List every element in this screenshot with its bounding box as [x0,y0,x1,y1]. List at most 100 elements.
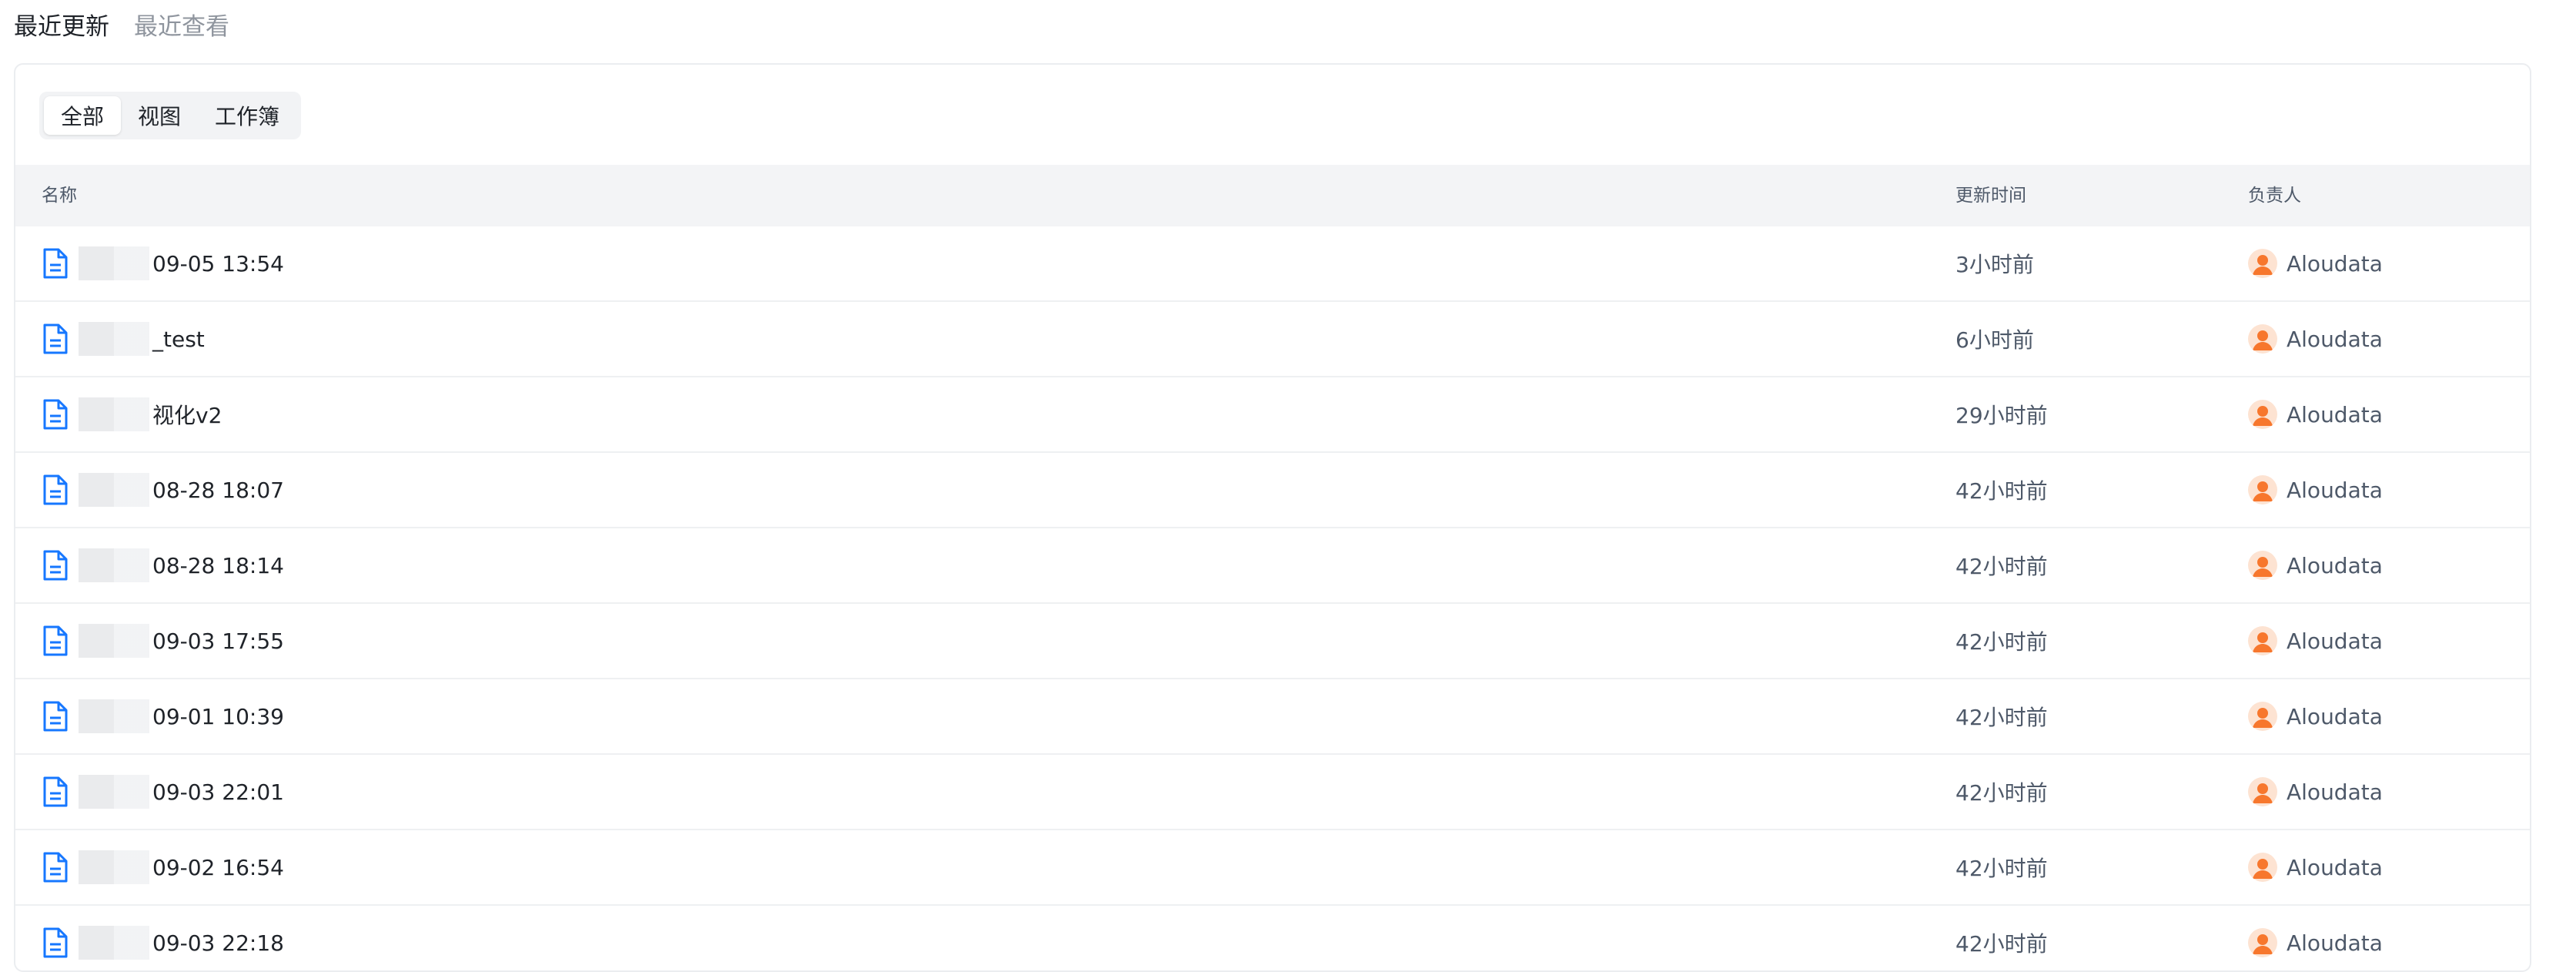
user-avatar-icon [2248,400,2277,429]
item-name[interactable]: 08-28 18:07 [152,478,284,503]
update-time: 42小时前 [1955,856,2048,881]
name-cell: 08-28 18:14 [42,528,284,602]
document-icon [42,248,69,279]
owner-cell: Aloudata [2248,755,2383,829]
owner-cell: Aloudata [2248,679,2383,753]
header-name: 名称 [42,186,77,206]
name-cell: 09-03 17:55 [42,604,284,678]
table-row[interactable]: 09-03 22:01 42小时前 Aloudata [15,755,2530,830]
table-row[interactable]: 09-05 13:54 3小时前 Aloudata [15,226,2530,302]
redacted-name-block [79,926,149,960]
name-cell: 08-28 18:07 [42,453,284,527]
item-name[interactable]: 09-03 22:18 [152,930,284,956]
redacted-name-block [79,775,149,809]
document-icon [42,399,69,430]
document-icon [42,927,69,958]
name-cell: 09-03 22:01 [42,755,284,829]
owner-name: Aloudata [2287,628,2383,654]
owner-name: Aloudata [2287,703,2383,729]
content-card: 全部 视图 工作簿 名称 更新时间 负责人 09-05 13:54 3小时前 Alo… [14,63,2531,972]
item-name[interactable]: _test [152,327,205,352]
filter-workbook[interactable]: 工作簿 [198,96,296,135]
filter-view[interactable]: 视图 [121,96,198,135]
update-time: 29小时前 [1955,403,2048,428]
recent-table: 名称 更新时间 负责人 09-05 13:54 3小时前 Aloudata _test… [15,165,2530,970]
owner-name: Aloudata [2287,326,2383,352]
owner-name: Aloudata [2287,854,2383,880]
name-cell: 09-05 13:54 [42,226,284,300]
document-icon [42,625,69,656]
item-name[interactable]: 视化v2 [152,399,222,430]
name-cell: 09-01 10:39 [42,679,284,753]
redacted-name-block [79,850,149,884]
table-row[interactable]: 09-01 10:39 42小时前 Aloudata [15,679,2530,755]
owner-cell: Aloudata [2248,604,2383,678]
user-avatar-icon [2248,928,2277,957]
redacted-name-block [79,397,149,431]
owner-name: Aloudata [2287,250,2383,277]
update-time: 3小时前 [1955,252,2034,277]
user-avatar-icon [2248,853,2277,882]
owner-cell: Aloudata [2248,453,2383,527]
user-avatar-icon [2248,249,2277,278]
document-icon [42,550,69,581]
user-avatar-icon [2248,626,2277,655]
update-time: 42小时前 [1955,931,2048,957]
owner-name: Aloudata [2287,930,2383,956]
table-row[interactable]: 09-03 17:55 42小时前 Aloudata [15,604,2530,679]
name-cell: 视化v2 [42,377,222,451]
table-row[interactable]: 08-28 18:14 42小时前 Aloudata [15,528,2530,604]
update-time: 42小时前 [1955,705,2048,730]
table-row[interactable]: _test 6小时前 Aloudata [15,302,2530,377]
owner-name: Aloudata [2287,552,2383,578]
owner-cell: Aloudata [2248,528,2383,602]
name-cell: 09-02 16:54 [42,830,284,904]
update-time: 6小时前 [1955,327,2034,353]
header-update-time: 更新时间 [1955,186,2026,206]
owner-name: Aloudata [2287,779,2383,805]
update-time: 42小时前 [1955,629,2048,655]
table-row[interactable]: 08-28 18:07 42小时前 Aloudata [15,453,2530,528]
header-owner: 负责人 [2248,186,2301,206]
update-time: 42小时前 [1955,478,2048,504]
item-name[interactable]: 09-02 16:54 [152,855,284,880]
document-icon [42,323,69,354]
type-filter: 全部 视图 工作簿 [39,92,302,139]
table-row[interactable]: 09-03 22:18 42小时前 Aloudata [15,906,2530,970]
redacted-name-block [79,624,149,658]
owner-cell: Aloudata [2248,906,2383,970]
table-row[interactable]: 视化v2 29小时前 Aloudata [15,377,2530,453]
redacted-name-block [79,322,149,356]
table-row[interactable]: 09-02 16:54 42小时前 Aloudata [15,830,2530,906]
owner-cell: Aloudata [2248,302,2383,376]
owner-cell: Aloudata [2248,830,2383,904]
name-cell: 09-03 22:18 [42,906,284,970]
owner-name: Aloudata [2287,401,2383,427]
redacted-name-block [79,473,149,507]
tab-recent-viewed[interactable]: 最近查看 [134,8,229,46]
item-name[interactable]: 08-28 18:14 [152,553,284,578]
item-name[interactable]: 09-01 10:39 [152,704,284,729]
top-tabs: 最近更新 最近查看 [14,8,229,46]
filter-all[interactable]: 全部 [44,96,122,135]
user-avatar-icon [2248,475,2277,504]
document-icon [42,701,69,732]
item-name[interactable]: 09-03 22:01 [152,779,284,805]
item-name[interactable]: 09-03 17:55 [152,628,284,654]
document-icon [42,776,69,807]
user-avatar-icon [2248,551,2277,580]
item-name[interactable]: 09-05 13:54 [152,251,284,277]
table-header: 名称 更新时间 负责人 [15,165,2530,226]
owner-name: Aloudata [2287,477,2383,503]
redacted-name-block [79,548,149,582]
user-avatar-icon [2248,777,2277,806]
tab-recent-updated[interactable]: 最近更新 [14,8,109,46]
owner-cell: Aloudata [2248,226,2383,300]
table-body: 09-05 13:54 3小时前 Aloudata _test 6小时前 Aloudata… [15,226,2530,970]
redacted-name-block [79,699,149,733]
redacted-name-block [79,246,149,280]
owner-cell: Aloudata [2248,377,2383,451]
document-icon [42,852,69,883]
document-icon [42,474,69,505]
user-avatar-icon [2248,324,2277,354]
